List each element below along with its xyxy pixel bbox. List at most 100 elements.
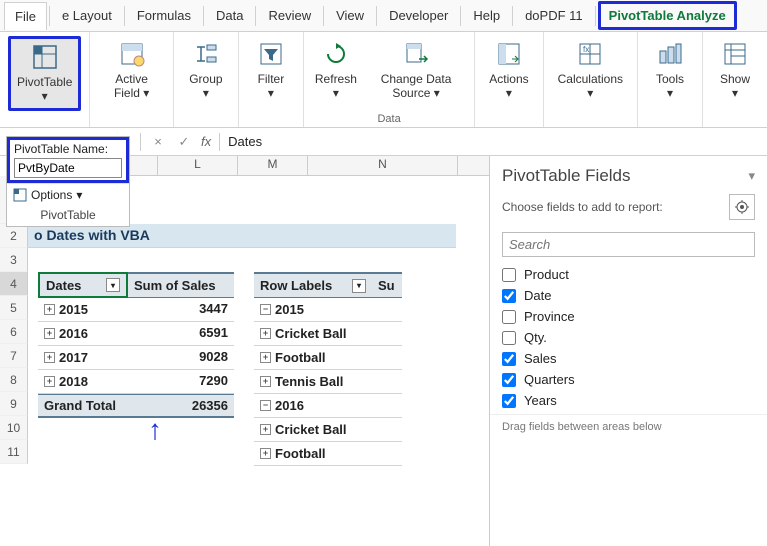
rowhdr-2[interactable]: 2 — [0, 224, 28, 248]
sheet-title-cell[interactable]: o Dates with VBA — [28, 224, 456, 248]
field-checkbox[interactable] — [502, 310, 516, 324]
pvt1-row[interactable]: +20187290 — [38, 370, 234, 394]
fields-pane-header: PivotTable Fields ▾ — [490, 156, 767, 190]
field-item-years[interactable]: Years — [502, 393, 755, 408]
pvt2-row[interactable]: −2016 — [254, 394, 402, 418]
tab-review[interactable]: Review — [258, 2, 321, 29]
field-item-province[interactable]: Province — [502, 309, 755, 324]
pivottable-button[interactable]: PivotTable▾ — [8, 36, 81, 111]
calculations-icon: fx — [576, 40, 604, 68]
field-item-qty[interactable]: Qty. — [502, 330, 755, 345]
tools-icon — [656, 40, 684, 68]
pvt2-row[interactable]: +Cricket Ball — [254, 322, 402, 346]
cancel-icon[interactable]: × — [149, 134, 167, 149]
field-item-sales[interactable]: Sales — [502, 351, 755, 366]
refresh-button[interactable]: Refresh▾ — [312, 36, 360, 105]
name-panel-header: PivotTable Name: — [7, 137, 129, 183]
pvt1-row[interactable]: +20179028 — [38, 346, 234, 370]
actions-button[interactable]: Actions▾ — [483, 36, 534, 105]
rowhdr-6[interactable]: 6 — [0, 320, 28, 344]
separator — [219, 133, 220, 151]
pvt2-row[interactable]: +Tennis Ball — [254, 370, 402, 394]
colhdr-l[interactable]: L — [158, 156, 238, 175]
rowhdr-9[interactable]: 9 — [0, 392, 28, 416]
colhdr-m[interactable]: M — [238, 156, 308, 175]
pvt2-row[interactable]: −2015 — [254, 298, 402, 322]
pvt2-row[interactable]: +Cricket Ball — [254, 418, 402, 442]
refresh-icon — [322, 40, 350, 68]
field-item-quarters[interactable]: Quarters — [502, 372, 755, 387]
rowhdr-5[interactable]: 5 — [0, 296, 28, 320]
options-button[interactable]: Options ▾ — [7, 183, 129, 206]
field-item-date[interactable]: Date — [502, 288, 755, 303]
tab-dopdf[interactable]: doPDF 11 — [515, 2, 593, 29]
gear-icon[interactable] — [729, 194, 755, 220]
pvt1-hdr-sales[interactable]: Sum of Sales — [128, 272, 234, 298]
filter-button[interactable]: Filter▾ — [247, 36, 295, 105]
pvt1-grand-total[interactable]: Grand Total26356 — [38, 394, 234, 418]
rowhdr-4[interactable]: 4 — [0, 272, 28, 296]
active-field-button[interactable]: Active Field ▾ — [98, 36, 165, 105]
expand-icon[interactable]: + — [260, 376, 271, 387]
ribbon-tabs: File e Layout Formulas Data Review View … — [0, 0, 767, 32]
chevron-down-icon[interactable]: ▾ — [748, 168, 755, 184]
expand-icon[interactable]: + — [44, 328, 55, 339]
rowhdr-3[interactable]: 3 — [0, 248, 28, 272]
pvt1-row[interactable]: +20166591 — [38, 322, 234, 346]
fx-label[interactable]: fx — [201, 134, 211, 149]
collapse-icon[interactable]: − — [260, 304, 271, 315]
expand-icon[interactable]: + — [44, 304, 55, 315]
field-checkbox[interactable] — [502, 331, 516, 345]
field-checkbox[interactable] — [502, 268, 516, 282]
field-checkbox[interactable] — [502, 352, 516, 366]
tab-layout-partial[interactable]: e Layout — [52, 2, 122, 29]
pvt2-row[interactable]: +Football — [254, 346, 402, 370]
expand-icon[interactable]: + — [44, 352, 55, 363]
expand-icon[interactable]: + — [44, 376, 55, 387]
tab-help[interactable]: Help — [463, 2, 510, 29]
pivot-table-2[interactable]: Row Labels ▾ Su −2015 +Cricket Ball +Foo… — [254, 272, 402, 466]
tab-file[interactable]: File — [4, 2, 47, 30]
filter-dropdown-icon[interactable]: ▾ — [352, 279, 366, 293]
collapse-icon[interactable]: − — [260, 400, 271, 411]
field-checkbox[interactable] — [502, 373, 516, 387]
tab-developer[interactable]: Developer — [379, 2, 458, 29]
pvt2-hdr-rowlabels[interactable]: Row Labels ▾ — [254, 272, 372, 298]
pivottable-fields-pane: PivotTable Fields ▾ Choose fields to add… — [489, 156, 767, 546]
confirm-icon[interactable]: ✓ — [175, 134, 193, 150]
pvt1-hdr-dates[interactable]: Dates ▾ — [38, 272, 128, 298]
tab-separator — [460, 6, 461, 26]
show-button[interactable]: Show▾ — [711, 36, 759, 105]
rowhdr-11[interactable]: 11 — [0, 440, 28, 464]
field-checkbox[interactable] — [502, 289, 516, 303]
formula-value[interactable]: Dates — [228, 134, 262, 149]
calculations-button[interactable]: fx Calculations▾ — [552, 36, 629, 105]
colhdr-n[interactable]: N — [308, 156, 458, 175]
pvt2-row[interactable]: +Football — [254, 442, 402, 466]
pivot-table-1[interactable]: Dates ▾ Sum of Sales +20153447 +20166591… — [38, 272, 234, 466]
expand-icon[interactable]: + — [260, 424, 271, 435]
group-button[interactable]: Group▾ — [182, 36, 230, 105]
tab-data[interactable]: Data — [206, 2, 253, 29]
filter-dropdown-icon[interactable]: ▾ — [106, 278, 120, 292]
field-checkbox[interactable] — [502, 394, 516, 408]
tab-separator — [203, 6, 204, 26]
tab-pivottable-analyze[interactable]: PivotTable Analyze — [598, 1, 737, 30]
field-item-product[interactable]: Product — [502, 267, 755, 282]
pivottable-name-input[interactable] — [14, 158, 122, 178]
expand-icon[interactable]: + — [260, 352, 271, 363]
rowhdr-7[interactable]: 7 — [0, 344, 28, 368]
pvt1-row[interactable]: +20153447 — [38, 298, 234, 322]
pvt2-hdr-su[interactable]: Su — [372, 272, 402, 298]
rowhdr-8[interactable]: 8 — [0, 368, 28, 392]
change-data-source-button[interactable]: Change Data Source ▾ — [366, 36, 466, 105]
expand-icon[interactable]: + — [260, 448, 271, 459]
tab-formulas[interactable]: Formulas — [127, 2, 201, 29]
separator — [140, 133, 141, 151]
expand-icon[interactable]: + — [260, 328, 271, 339]
rowhdr-10[interactable]: 10 — [0, 416, 28, 440]
tools-button[interactable]: Tools▾ — [646, 36, 694, 105]
group-label: Group▾ — [189, 72, 222, 101]
tab-view[interactable]: View — [326, 2, 374, 29]
fields-search-input[interactable] — [502, 232, 755, 257]
